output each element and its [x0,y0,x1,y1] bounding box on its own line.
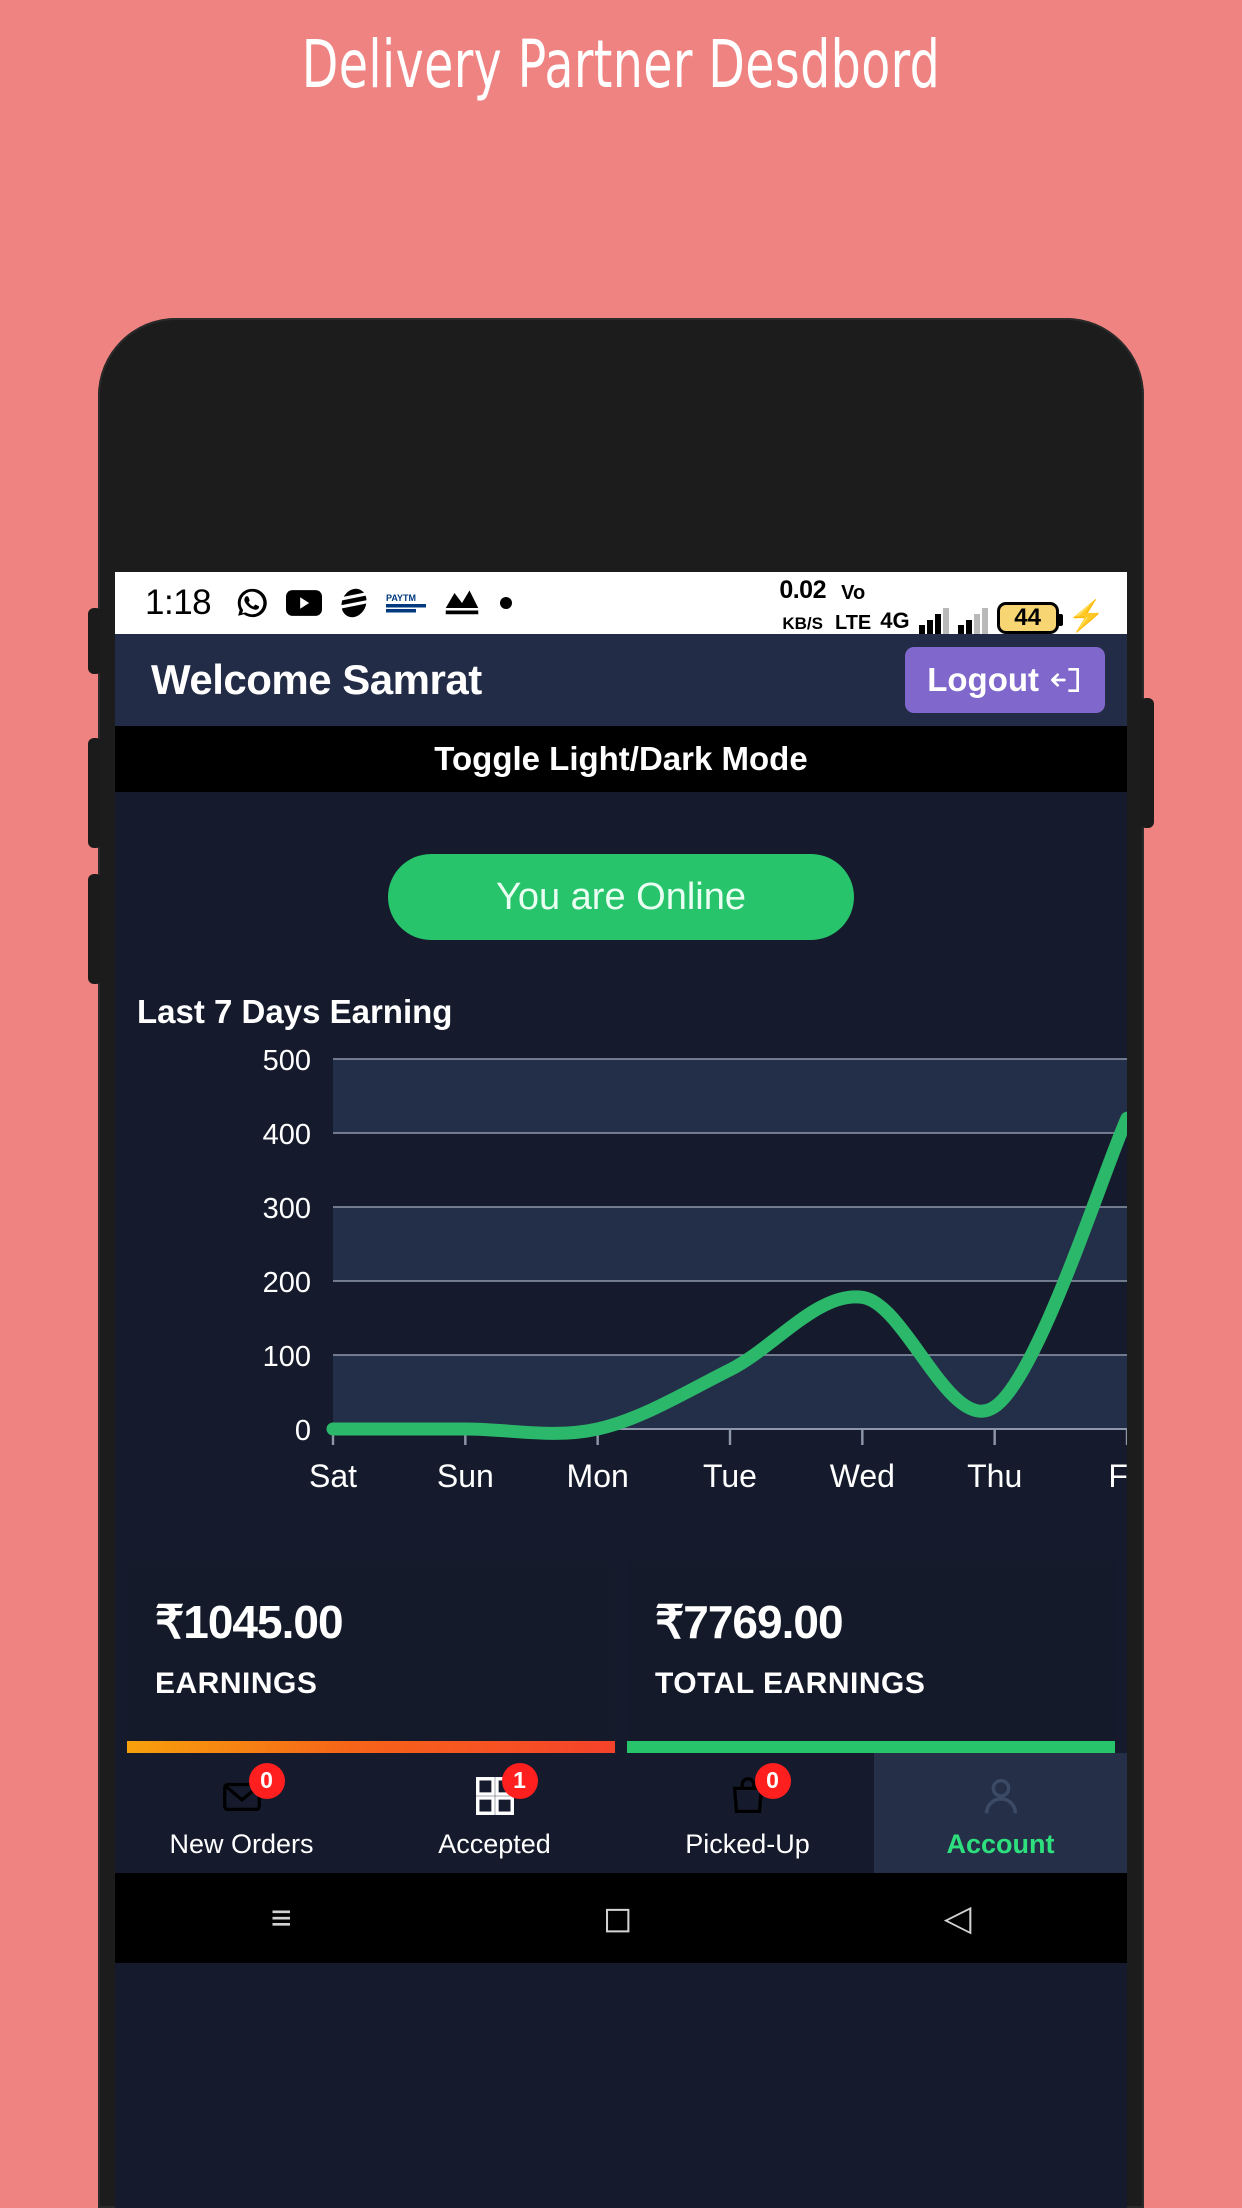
svg-text:200: 200 [263,1267,311,1299]
online-status-button[interactable]: You are Online [388,854,854,940]
nav-label-account: Account [946,1828,1055,1859]
battery-indicator: 44 [996,601,1063,634]
battery-level: 44 [1014,603,1041,631]
phone-button-power [1140,698,1154,828]
data-rate-indicator: 0.02 KB/S [779,572,826,633]
logout-button-label: Logout [927,661,1039,698]
svg-text:Tue: Tue [703,1458,757,1494]
nav-item-new-orders[interactable]: 0 New Orders [115,1753,368,1873]
dashboard-body: You are Online Last 7 Days Earning 0 100 2… [115,792,1127,2208]
svg-text:PAYTM: PAYTM [386,593,416,603]
bolt-icon: ⚡ [1067,599,1105,633]
svg-text:0: 0 [295,1415,311,1447]
svg-text:Wed: Wed [830,1458,895,1494]
bag-icon: 0 [725,1762,791,1819]
swiggy-icon [340,588,368,618]
home-icon[interactable]: ◻ [603,1897,633,1939]
earnings-chart: 0 100 200 300 400 500 Sat Sun Mon Tue Wed Thu Fri [115,1041,1127,1551]
phone-button-left-top [88,608,102,674]
status-time: 1:18 [145,583,212,622]
earnings-amount: ₹1045.00 [155,1596,344,1648]
stat-cards: ₹1045.00 EARNINGS ₹7769.00 TOTAL EARNING… [115,1551,1127,1753]
svg-text:300: 300 [263,1193,311,1225]
signal-bars-sim1 [918,607,949,634]
svg-text:Sun: Sun [437,1458,494,1494]
nav-item-account[interactable]: Account [874,1753,1127,1873]
total-earnings-card: ₹7769.00 TOTAL EARNINGS [627,1561,1115,1741]
earnings-card: ₹1045.00 EARNINGS [127,1561,615,1741]
whatsapp-icon [237,588,267,618]
data-rate-value: 0.02 [779,576,826,605]
volte-indicator: Vo LTE [835,573,871,634]
paytm-icon: PAYTM [386,593,427,613]
volte-line1: Vo [841,581,866,604]
network-type: 4G [880,607,910,633]
app-header: Welcome Samrat Logout [115,634,1127,726]
svg-text:Fri: Fri [1108,1458,1127,1494]
dot-icon [500,597,513,609]
badge-picked-up: 0 [754,1762,791,1799]
svg-text:500: 500 [263,1045,311,1077]
welcome-title: Welcome Samrat [151,656,482,703]
earnings-chart-svg: 0 100 200 300 400 500 Sat Sun Mon Tue Wed Thu Fri [263,1045,1127,1494]
total-earnings-label: TOTAL EARNINGS [655,1667,926,1700]
status-indicators: 0.02 KB/S Vo LTE 4G 44 ⚡ [779,572,1105,634]
envelope-icon: 0 [219,1762,285,1819]
toggle-theme-button[interactable]: Toggle Light/Dark Mode [115,726,1127,792]
svg-text:400: 400 [263,1119,311,1151]
person-icon [978,1773,1024,1819]
total-earnings-card-accent-bar [627,1741,1115,1753]
earnings-card-accent-bar [127,1741,615,1753]
nav-label-accepted: Accepted [438,1828,551,1859]
grid-icon: 1 [472,1762,538,1819]
svg-text:100: 100 [263,1341,311,1373]
phone-button-volume-up [88,738,102,848]
volte-line2: LTE [834,612,872,635]
phone-mockup: 1:18 PAYTM 0.02 KB/S Vo LTE 4G 44 ⚡ Welc… [88,318,1154,2208]
signal-bars-sim2 [957,607,988,634]
earnings-label: EARNINGS [155,1667,318,1700]
nav-label-new-orders: New Orders [169,1828,314,1859]
nav-item-picked-up[interactable]: 0 Picked-Up [621,1753,874,1873]
phone-button-volume-down [88,874,102,984]
status-bar: 1:18 PAYTM 0.02 KB/S Vo LTE 4G 44 ⚡ [115,572,1127,634]
page-title: Delivery Partner Desdbord [301,26,941,103]
system-navigation-bar: ≡ ◻ ◁ [115,1873,1127,1963]
phone-screen: 1:18 PAYTM 0.02 KB/S Vo LTE 4G 44 ⚡ Welc… [115,572,1127,2208]
svg-text:Thu: Thu [967,1458,1022,1494]
back-icon[interactable]: ◁ [944,1897,972,1939]
logout-button[interactable]: Logout [905,647,1105,713]
badge-accepted: 1 [501,1762,538,1799]
svg-text:Sat: Sat [309,1458,357,1494]
nav-item-accepted[interactable]: 1 Accepted [368,1753,621,1873]
menu-icon[interactable]: ≡ [271,1897,292,1939]
data-rate-unit: KB/S [782,614,823,634]
logout-icon [1051,668,1079,692]
flipkart-icon [445,590,479,615]
online-status-wrap: You are Online [115,792,1127,940]
bottom-navigation: 0 New Orders 1 Accepted 0 Picked-Up Acco… [115,1753,1127,1873]
youtube-icon [286,590,323,616]
svg-text:Mon: Mon [567,1458,629,1494]
status-app-icons: PAYTM [235,586,514,620]
total-earnings-amount: ₹7769.00 [655,1596,844,1648]
badge-new-orders: 0 [248,1762,285,1799]
nav-label-picked-up: Picked-Up [685,1828,810,1859]
chart-title: Last 7 Days Earning [137,993,453,1030]
